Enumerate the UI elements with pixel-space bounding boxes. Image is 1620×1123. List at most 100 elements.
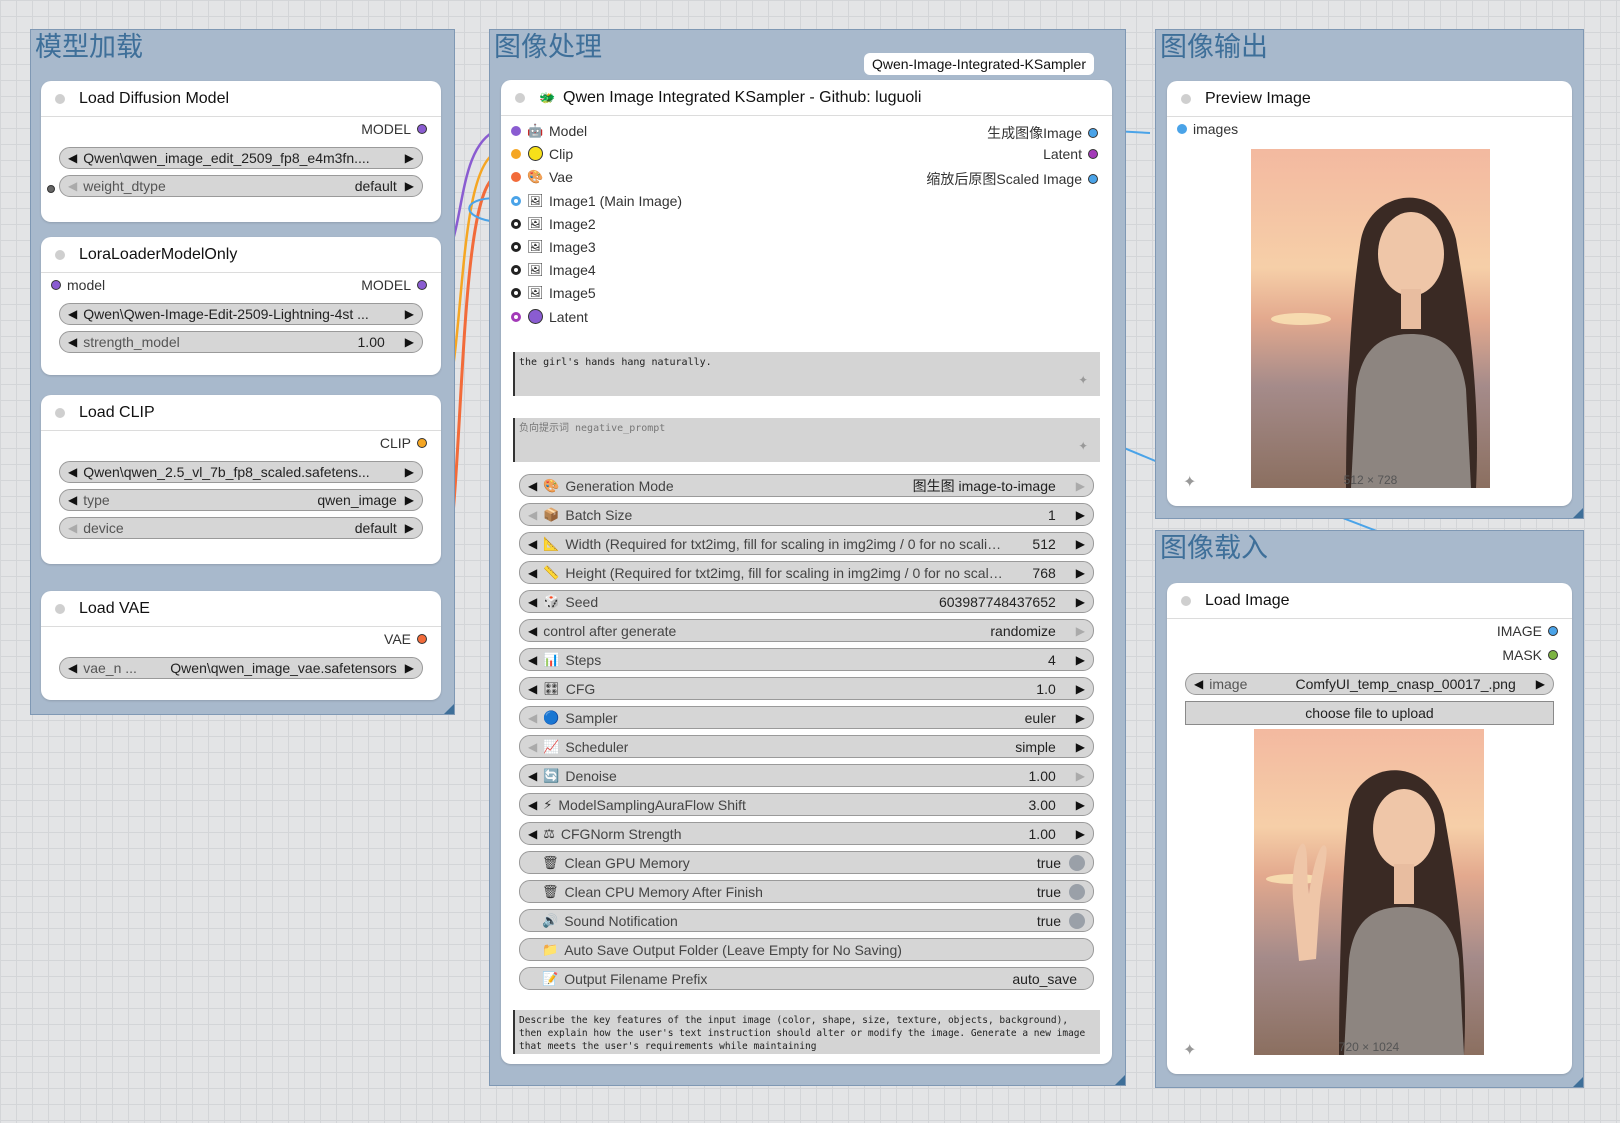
arrow-right-icon[interactable]: ▶ [1076, 537, 1085, 551]
sparkle-icon[interactable]: ✦ [1078, 371, 1088, 387]
arrow-left-icon[interactable]: ◀ [528, 566, 537, 580]
arrow-left-icon[interactable]: ◀ [68, 661, 77, 675]
output-pin-image[interactable] [1548, 626, 1558, 636]
arrow-left-icon[interactable]: ◀ [528, 682, 537, 696]
ksampler-widget[interactable]: ◀ ⚡ ModelSamplingAuraFlow Shift 3.00 ▶ [519, 793, 1094, 816]
node-header[interactable]: 🐲 Qwen Image Integrated KSampler - Githu… [501, 80, 1112, 116]
ksampler-widget[interactable]: ◀ ⚖ CFGNorm Strength 1.00 ▶ [519, 822, 1094, 845]
arrow-left-icon[interactable]: ◀ [528, 798, 537, 812]
arrow-left-icon[interactable]: ◀ [68, 307, 77, 321]
node-load-diffusion-model[interactable]: Load Diffusion Model MODEL ◀ Qwen\qwen_i… [41, 81, 441, 222]
arrow-left-icon[interactable]: ◀ [68, 151, 77, 165]
node-header[interactable]: Load Diffusion Model [41, 81, 441, 117]
arrow-right-icon[interactable]: ▶ [405, 661, 414, 675]
arrow-left-icon[interactable]: ◀ [68, 179, 77, 193]
arrow-right-icon[interactable]: ▶ [405, 179, 414, 193]
node-header[interactable]: Load VAE [41, 591, 441, 627]
image-file-combo[interactable]: ◀ image ComfyUI_temp_cnasp_00017_.png ▶ [1185, 673, 1554, 695]
auto-save-folder-input[interactable]: 📁 Auto Save Output Folder (Leave Empty fo… [519, 938, 1094, 961]
input-pin-image3[interactable] [511, 241, 521, 252]
arrow-left-icon[interactable]: ◀ [528, 740, 537, 754]
node-load-image[interactable]: Load Image IMAGE MASK ◀ image ComfyUI_te… [1167, 583, 1572, 1074]
arrow-left-icon[interactable]: ◀ [528, 827, 537, 841]
arrow-right-icon[interactable]: ▶ [1076, 827, 1085, 841]
arrow-right-icon[interactable]: ▶ [1076, 653, 1085, 667]
input-pin-image1[interactable] [511, 195, 521, 206]
clip-name-combo[interactable]: ◀ Qwen\qwen_2.5_vl_7b_fp8_scaled.safeten… [59, 461, 423, 483]
toggle-knob[interactable] [1069, 854, 1085, 871]
ksampler-widget[interactable]: ◀ 🎨 Generation Mode 图生图 image-to-image ▶ [519, 474, 1094, 497]
arrow-right-icon[interactable]: ▶ [1076, 798, 1085, 812]
preview-image[interactable] [1251, 149, 1490, 488]
arrow-right-icon[interactable]: ▶ [1076, 566, 1085, 580]
ksampler-widget[interactable]: ◀ 📈 Scheduler simple ▶ [519, 735, 1094, 758]
input-pin-latent[interactable] [511, 311, 521, 322]
arrow-left-icon[interactable]: ◀ [528, 653, 537, 667]
collapse-dot[interactable] [55, 249, 65, 260]
node-lora-loader[interactable]: LoraLoaderModelOnly model MODEL ◀ Qwen\Q… [41, 237, 441, 375]
arrow-right-icon[interactable]: ▶ [405, 335, 414, 349]
arrow-right-icon[interactable]: ▶ [1076, 682, 1085, 696]
collapse-dot[interactable] [55, 407, 65, 418]
input-pin-model[interactable] [51, 280, 61, 290]
collapse-dot[interactable] [515, 92, 525, 103]
ksampler-widget[interactable]: ◀ 🎛 CFG 1.0 ▶ [519, 677, 1094, 700]
node-load-clip[interactable]: Load CLIP CLIP ◀ Qwen\qwen_2.5_vl_7b_fp8… [41, 395, 441, 564]
arrow-right-icon[interactable]: ▶ [1076, 479, 1085, 493]
input-pin-image5[interactable] [511, 288, 521, 299]
output-pin-latent[interactable] [1088, 149, 1098, 160]
lora-name-combo[interactable]: ◀ Qwen\Qwen-Image-Edit-2509-Lightning-4s… [59, 303, 423, 325]
collapse-dot[interactable] [1181, 595, 1191, 606]
weight-dtype-combo[interactable]: ◀ weight_dtype default ▶ [59, 175, 423, 197]
arrow-right-icon[interactable]: ▶ [405, 493, 414, 507]
arrow-right-icon[interactable]: ▶ [405, 307, 414, 321]
output-pin-clip[interactable] [417, 438, 427, 448]
arrow-right-icon[interactable]: ▶ [1076, 740, 1085, 754]
sparkle-icon[interactable]: ✦ [1078, 437, 1088, 453]
node-header[interactable]: Preview Image [1167, 81, 1572, 117]
negative-prompt-textarea[interactable]: 负向提示词 negative_prompt ✦ [513, 418, 1100, 462]
ksampler-toggle[interactable]: 🗑 Clean GPU Memory true [519, 851, 1094, 874]
arrow-left-icon[interactable]: ◀ [1194, 677, 1203, 691]
arrow-left-icon[interactable]: ◀ [528, 769, 537, 783]
arrow-left-icon[interactable]: ◀ [68, 521, 77, 535]
arrow-left-icon[interactable]: ◀ [68, 335, 77, 349]
input-pin-weight-dtype[interactable] [47, 185, 55, 193]
node-preview-image[interactable]: Preview Image images 512 × 728 ✦ [1167, 81, 1572, 506]
node-load-vae[interactable]: Load VAE VAE ◀ vae_n ... Qwen\qwen_image… [41, 591, 441, 700]
output-pin-vae[interactable] [417, 634, 427, 644]
ksampler-widget[interactable]: ◀ 📐 Width (Required for txt2img, fill for … [519, 532, 1094, 555]
ksampler-widget[interactable]: ◀ 🎲 Seed 603987748437652 ▶ [519, 590, 1094, 613]
output-pin-mask[interactable] [1548, 650, 1558, 660]
ksampler-toggle[interactable]: 🔊 Sound Notification true [519, 909, 1094, 932]
output-pin-image[interactable] [1088, 128, 1098, 138]
ksampler-toggle[interactable]: 🗑 Clean CPU Memory After Finish true [519, 880, 1094, 903]
arrow-right-icon[interactable]: ▶ [1536, 677, 1545, 691]
ksampler-widget[interactable]: ◀ 📦 Batch Size 1 ▶ [519, 503, 1094, 526]
arrow-right-icon[interactable]: ▶ [1076, 769, 1085, 783]
collapse-dot[interactable] [1181, 93, 1191, 104]
output-pin-model[interactable] [417, 124, 427, 134]
input-pin-clip[interactable] [511, 149, 521, 160]
node-header[interactable]: Load Image [1167, 583, 1572, 619]
input-pin-image2[interactable] [511, 218, 521, 229]
arrow-left-icon[interactable]: ◀ [528, 508, 537, 522]
arrow-right-icon[interactable]: ▶ [405, 521, 414, 535]
toggle-knob[interactable] [1069, 912, 1085, 929]
arrow-right-icon[interactable]: ▶ [1076, 711, 1085, 725]
choose-file-button[interactable]: choose file to upload [1185, 701, 1554, 725]
arrow-left-icon[interactable]: ◀ [68, 493, 77, 507]
strength-model-number[interactable]: ◀ strength_model 1.00 ▶ [59, 331, 423, 353]
node-header[interactable]: LoraLoaderModelOnly [41, 237, 441, 273]
input-pin-image4[interactable] [511, 265, 521, 276]
arrow-left-icon[interactable]: ◀ [528, 537, 537, 551]
ksampler-widget[interactable]: ◀ control after generate randomize ▶ [519, 619, 1094, 642]
input-pin-images[interactable] [1177, 124, 1187, 134]
arrow-right-icon[interactable]: ▶ [405, 151, 414, 165]
ksampler-widget[interactable]: ◀ 📏 Height (Required for txt2img, fill for… [519, 561, 1094, 584]
arrow-right-icon[interactable]: ▶ [1076, 508, 1085, 522]
sparkle-icon[interactable]: ✦ [1183, 1040, 1196, 1060]
arrow-left-icon[interactable]: ◀ [528, 595, 537, 609]
system-prompt-textarea[interactable]: Describe the key features of the input i… [513, 1010, 1100, 1054]
arrow-left-icon[interactable]: ◀ [528, 711, 537, 725]
